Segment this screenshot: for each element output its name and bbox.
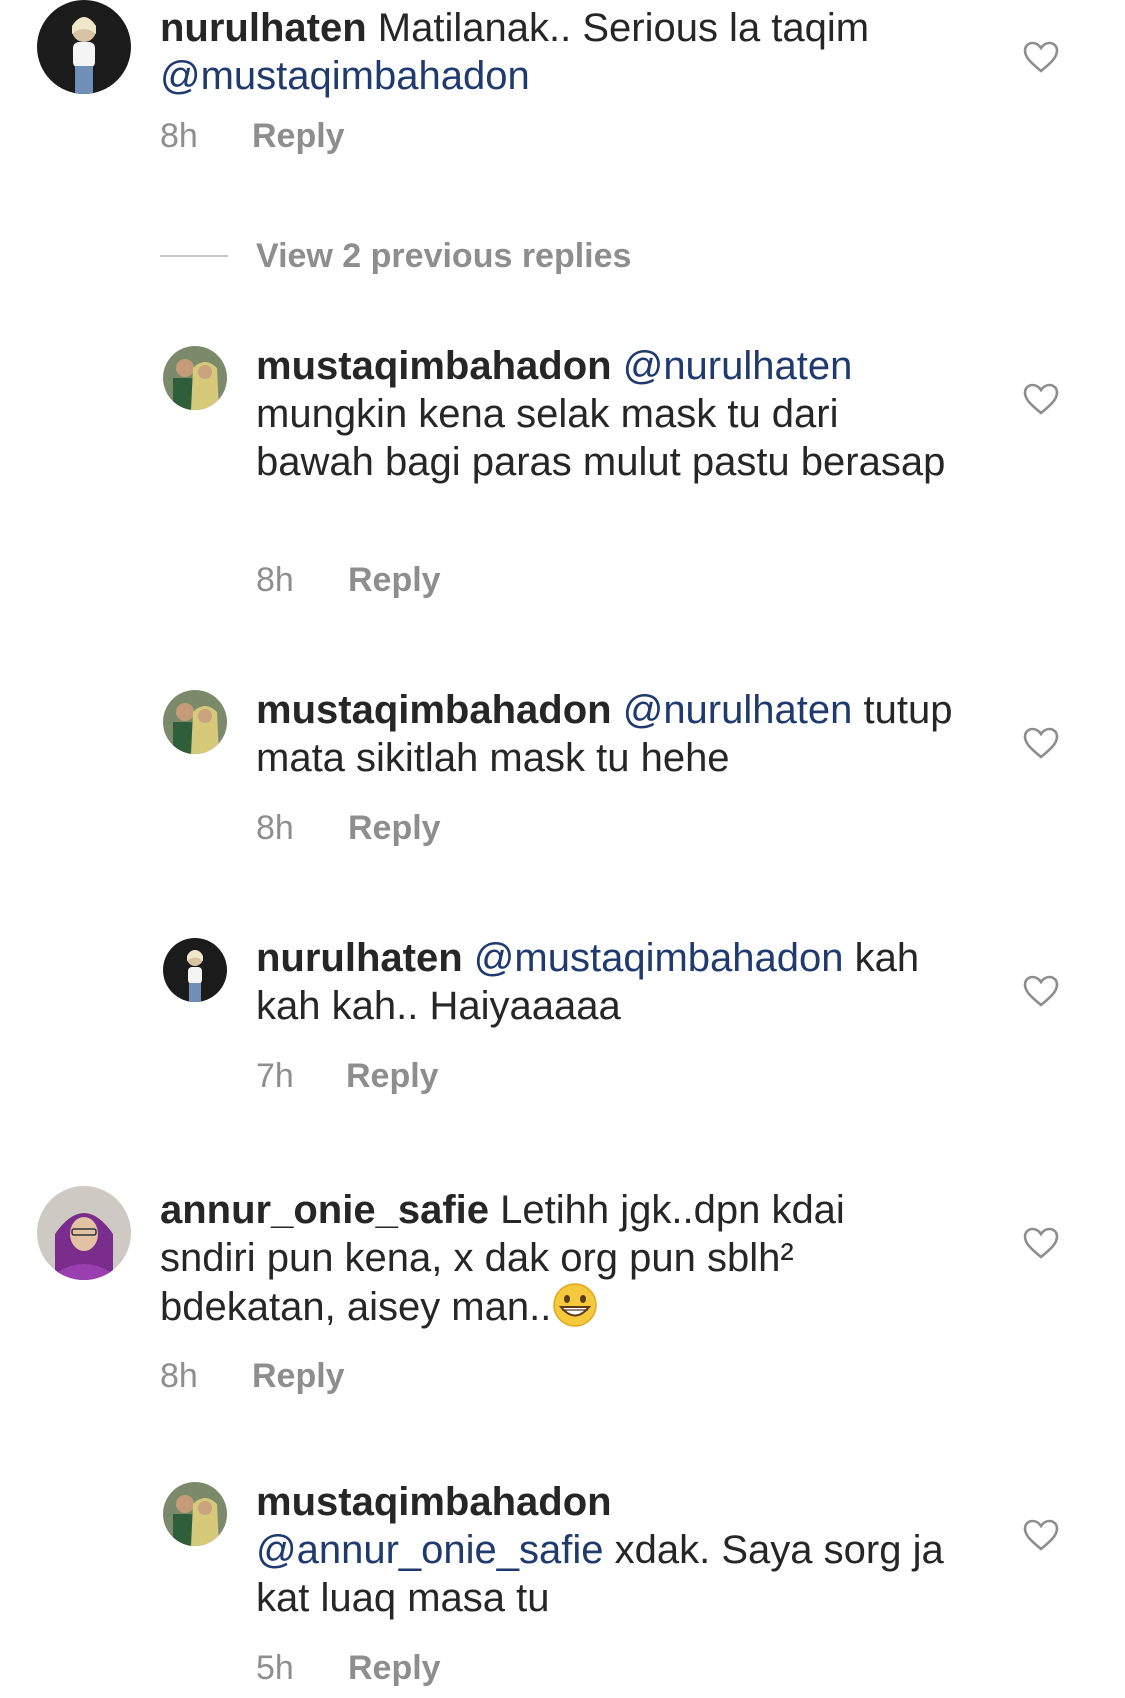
like-heart-icon[interactable]: [1022, 40, 1060, 74]
comment-text: nurulhaten Matilanak.. Serious la taqim …: [160, 4, 940, 100]
avatar[interactable]: [163, 346, 227, 410]
timestamp: 8h: [160, 1357, 198, 1395]
like-heart-icon[interactable]: [1022, 1226, 1060, 1260]
avatar[interactable]: [163, 1482, 227, 1546]
view-previous-replies[interactable]: View 2 previous replies: [160, 236, 860, 276]
like-heart-icon[interactable]: [1022, 726, 1060, 760]
reply-text: mustaqimbahadon @nurulhaten mungkin kena…: [256, 342, 956, 486]
like-heart-icon[interactable]: [1022, 1518, 1060, 1552]
reply-text: nurulhaten @mustaqimbahadon kah kah kah.…: [256, 934, 956, 1030]
mention-link[interactable]: @mustaqimbahadon: [160, 54, 530, 98]
username[interactable]: nurulhaten: [160, 6, 367, 50]
reply-button[interactable]: Reply: [348, 1648, 441, 1688]
grinning-face-emoji-icon: [551, 1282, 599, 1328]
reply-text: mustaqimbahadon @nurulhaten tutup mata s…: [256, 686, 956, 782]
view-previous-replies-label[interactable]: View 2 previous replies: [256, 236, 631, 276]
mention-link[interactable]: @mustaqimbahadon: [463, 936, 844, 980]
timestamp: 8h: [256, 561, 294, 599]
comment-text: annur_onie_safie Letihh jgk..dpn kdai sn…: [160, 1186, 940, 1331]
username[interactable]: annur_onie_safie: [160, 1188, 489, 1232]
like-heart-icon[interactable]: [1022, 974, 1060, 1008]
reply-button[interactable]: Reply: [252, 1356, 345, 1396]
avatar[interactable]: [37, 1186, 131, 1280]
comment-body: Matilanak.. Serious la taqim: [366, 6, 870, 50]
username[interactable]: nurulhaten: [256, 936, 463, 980]
like-heart-icon[interactable]: [1022, 382, 1060, 416]
reply-text: mustaqimbahadon @annur_onie_safie xdak. S…: [256, 1478, 956, 1622]
avatar[interactable]: [37, 0, 131, 94]
avatar[interactable]: [163, 938, 227, 1002]
mention-link[interactable]: @nurulhaten: [612, 344, 853, 388]
avatar[interactable]: [163, 690, 227, 754]
username[interactable]: mustaqimbahadon: [256, 688, 612, 732]
timestamp: 7h: [256, 1057, 294, 1095]
username[interactable]: mustaqimbahadon: [256, 344, 612, 388]
divider-line: [160, 255, 228, 257]
reply-button[interactable]: Reply: [252, 116, 345, 156]
username[interactable]: mustaqimbahadon: [256, 1480, 612, 1524]
timestamp: 5h: [256, 1649, 294, 1687]
reply-button[interactable]: Reply: [346, 1056, 439, 1096]
timestamp: 8h: [160, 117, 198, 155]
mention-link[interactable]: @annur_onie_safie: [256, 1528, 604, 1572]
timestamp: 8h: [256, 809, 294, 847]
mention-link[interactable]: @nurulhaten: [612, 688, 853, 732]
reply-body: mungkin kena selak mask tu dari bawah ba…: [256, 392, 946, 484]
reply-button[interactable]: Reply: [348, 560, 441, 600]
reply-button[interactable]: Reply: [348, 808, 441, 848]
